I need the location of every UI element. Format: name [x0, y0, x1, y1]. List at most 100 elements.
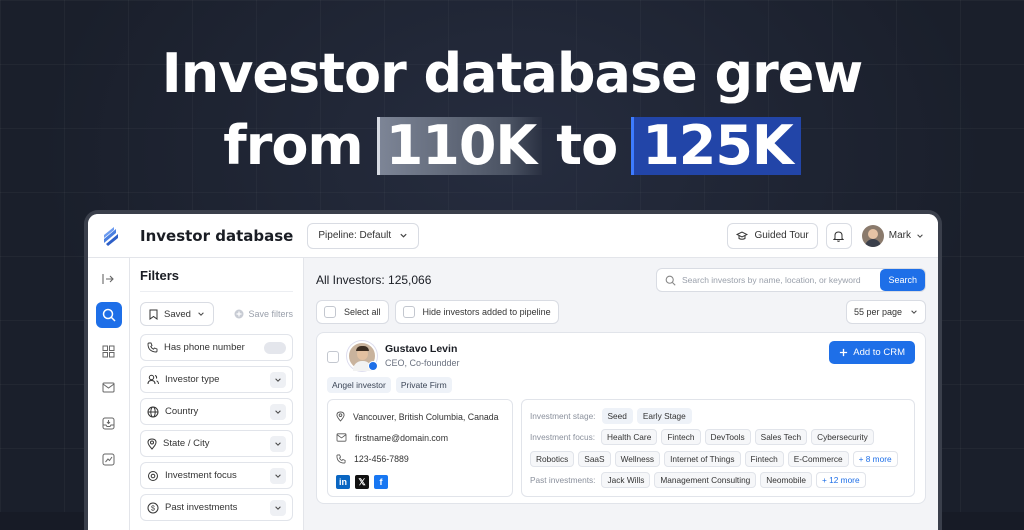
investor-tags: Angel investor Private Firm [327, 377, 915, 393]
nav-mail[interactable] [96, 374, 122, 400]
checkbox[interactable] [324, 306, 336, 318]
collapse-sidebar-button[interactable] [96, 266, 122, 292]
location-pin-icon [336, 411, 345, 422]
icon-rail [88, 258, 130, 530]
past-label: Past investments: [530, 475, 596, 486]
per-page-label: 55 per page [853, 307, 902, 317]
search-bar: Search investors by name, location, or k… [656, 268, 926, 292]
focus-more-link[interactable]: + 8 more [852, 450, 898, 467]
facebook-icon[interactable]: f [374, 475, 388, 489]
graduation-cap-icon [736, 230, 749, 240]
focus-chip: Fintech [744, 450, 784, 467]
collapse-icon [102, 274, 114, 284]
hide-pipeline-checkbox[interactable]: Hide investors added to pipeline [394, 300, 559, 324]
guided-tour-button[interactable]: Guided Tour [727, 222, 818, 249]
app-window: Investor database Pipeline: Default Guid… [84, 210, 942, 530]
nav-search[interactable] [95, 302, 122, 328]
grid-icon [102, 345, 115, 357]
search-icon [665, 275, 676, 286]
user-name: Mark [888, 230, 911, 241]
search-button[interactable]: Search [880, 269, 925, 291]
filter-past-investments[interactable]: $ Past investments [140, 494, 293, 521]
contact-info: Vancouver, British Columbia, Canada firs… [327, 399, 513, 497]
nav-analytics[interactable] [96, 446, 122, 472]
filter-investor-type[interactable]: Investor type [140, 366, 293, 393]
checkbox[interactable] [402, 306, 415, 318]
add-to-crm-label: Add to CRM [853, 347, 905, 358]
page-title: Investor database [140, 226, 294, 245]
headline-line-1: Investor database grew [161, 42, 864, 105]
filter-country[interactable]: Country [140, 398, 293, 425]
app-body: Filters Saved Save filters Has phone num… [88, 258, 938, 530]
mail-icon [336, 433, 347, 442]
nav-inbox[interactable] [96, 410, 122, 436]
stage-chip: Seed [601, 407, 633, 424]
past-more-link[interactable]: + 12 more [815, 472, 866, 489]
plus-circle-icon [234, 309, 244, 319]
save-filters-label: Save filters [248, 309, 293, 319]
add-to-crm-button[interactable]: Add to CRM [829, 341, 915, 364]
filter-label: Past investments [165, 502, 238, 513]
investor-photo [347, 341, 378, 371]
user-menu[interactable]: Mark [861, 224, 924, 247]
filter-label: Has phone number [164, 342, 245, 353]
pipeline-dropdown[interactable]: Pipeline: Default [307, 222, 420, 249]
filter-label: Country [165, 406, 199, 417]
chevron-down-icon [911, 310, 917, 314]
nav-dashboard[interactable] [96, 338, 122, 364]
users-icon [147, 374, 159, 385]
filter-has-phone[interactable]: Has phone number [140, 334, 293, 361]
phone-toggle[interactable] [264, 341, 286, 354]
headline-new-value: 125K [631, 117, 801, 175]
hide-pipeline-label: Hide investors added to pipeline [422, 307, 551, 317]
phone-icon [336, 454, 346, 464]
headline-to: to [556, 114, 618, 177]
filter-state-city[interactable]: State / City [140, 430, 293, 457]
filter-label: Investor type [165, 374, 220, 385]
card-checkbox[interactable] [327, 351, 339, 363]
x-twitter-icon[interactable]: 𝕏 [355, 475, 369, 489]
investor-role: CEO, Co-foundder [385, 358, 460, 368]
pipeline-label: Pipeline: Default [318, 230, 392, 241]
headline: Investor database grew from 110K to 125K [0, 38, 1024, 182]
focus-chip: Health Care [601, 429, 658, 446]
search-icon [102, 308, 116, 322]
saved-label: Saved [164, 308, 191, 320]
investor-count: All Investors: 125,066 [316, 273, 432, 287]
bell-icon [833, 230, 845, 242]
target-icon [148, 470, 158, 481]
email-text[interactable]: firstname@domain.com [355, 433, 448, 443]
phone-text[interactable]: 123-456-7889 [354, 454, 409, 464]
chevron-down-icon [400, 233, 407, 238]
linkedin-icon[interactable]: in [336, 475, 350, 489]
mail-icon [102, 382, 115, 392]
investor-name[interactable]: Gustavo Levin [385, 343, 460, 355]
select-all-checkbox[interactable]: Select all [316, 300, 389, 324]
search-input[interactable]: Search investors by name, location, or k… [682, 275, 874, 285]
location-pin-icon [147, 437, 157, 450]
select-all-label: Select all [344, 307, 381, 317]
headline-line-2: from 110K to 125K [0, 110, 1024, 182]
chart-icon [102, 453, 115, 465]
stage-chip: Early Stage [636, 407, 692, 424]
filters-panel: Filters Saved Save filters Has phone num… [130, 258, 304, 530]
saved-filters-dropdown[interactable]: Saved [140, 302, 214, 326]
phone-icon [147, 342, 158, 353]
notifications-button[interactable] [825, 222, 852, 249]
filter-investment-focus[interactable]: Investment focus [140, 462, 293, 489]
focus-label: Investment focus: [530, 432, 596, 443]
chevron-down-icon [198, 312, 204, 316]
past-chip: Jack Wills [601, 472, 651, 489]
investment-details: Investment stage: Seed Early Stage Inves… [521, 399, 915, 497]
per-page-dropdown[interactable]: 55 per page [845, 300, 926, 324]
tag: Private Firm [395, 377, 452, 393]
chevron-down-icon [270, 499, 286, 516]
svg-text:$: $ [151, 505, 155, 512]
location-text: Vancouver, British Columbia, Canada [353, 411, 499, 422]
save-filters-button[interactable]: Save filters [234, 309, 293, 319]
focus-chip: Sales Tech [754, 429, 808, 446]
focus-chip: Wellness [614, 450, 661, 467]
bookmark-icon [149, 309, 158, 320]
verified-badge-icon [368, 361, 378, 371]
past-chip: Management Consulting [654, 472, 757, 489]
